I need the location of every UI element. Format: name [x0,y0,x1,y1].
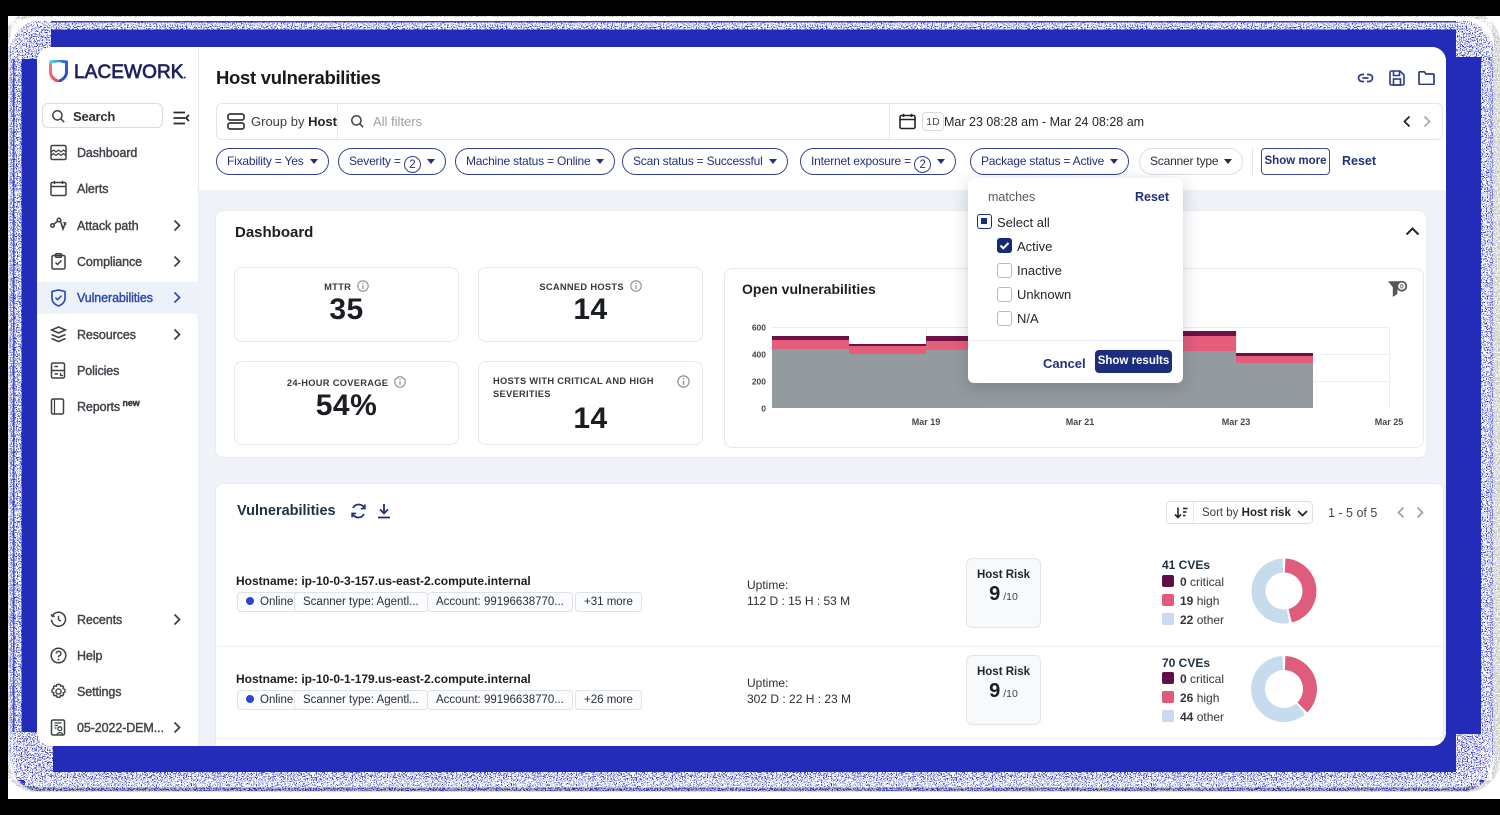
svg-text:Mar 23: Mar 23 [1222,417,1251,427]
svg-text:Mar 21: Mar 21 [1066,417,1095,427]
svg-text:Mar 25: Mar 25 [1375,417,1404,427]
svg-text:600: 600 [752,323,766,333]
svg-text:Mar 19: Mar 19 [912,417,941,427]
svg-text:200: 200 [752,377,766,387]
svg-text:400: 400 [752,350,766,360]
svg-text:0: 0 [761,404,766,414]
